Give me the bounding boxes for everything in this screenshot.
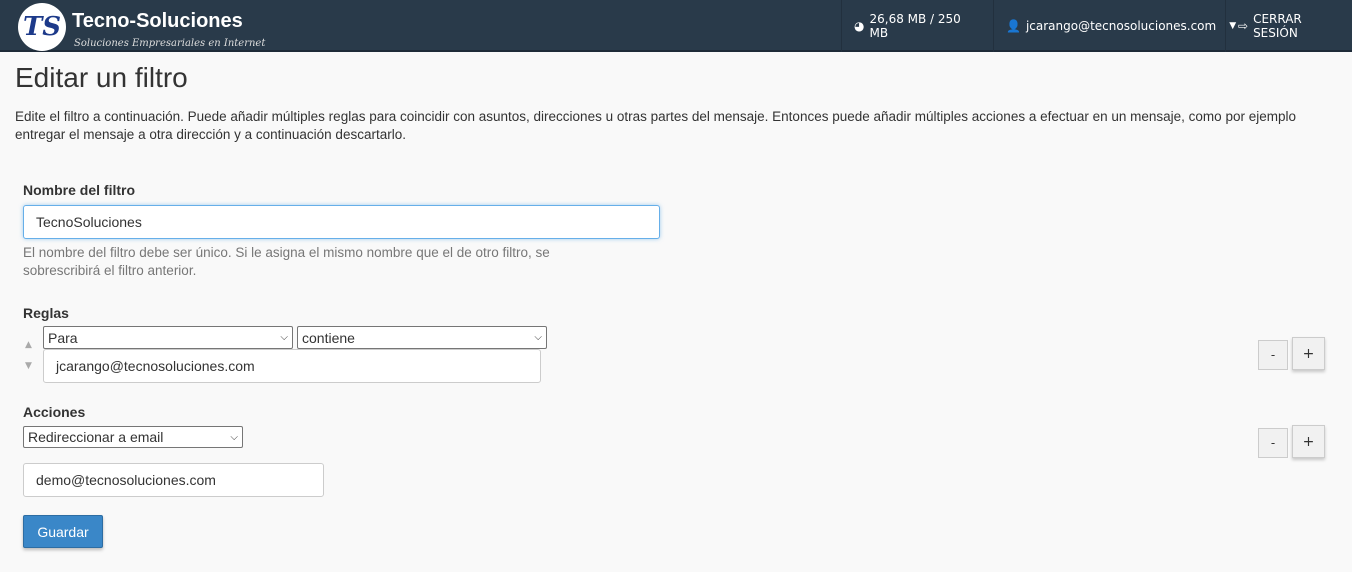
action-type-select[interactable]: Redireccionar a email ⌵ — [23, 426, 243, 448]
rule-value-text: jcarango@tecnosoluciones.com — [56, 358, 255, 374]
chevron-down-icon: ⌵ — [230, 431, 238, 443]
move-down-icon[interactable]: ▼ — [25, 361, 32, 371]
disk-usage-text: 26,68 MB / 250 MB — [869, 12, 961, 40]
remove-action-button[interactable]: - — [1258, 428, 1288, 458]
rule-operator-select[interactable]: contiene ⌵ — [297, 326, 547, 349]
page-description: Edite el filtro a continuación. Puede añ… — [15, 109, 1296, 142]
brand-tagline: Soluciones Empresariales en Internet — [74, 38, 266, 49]
top-bar: TS Tecno-Soluciones Soluciones Empresari… — [0, 0, 1352, 52]
filter-name-input[interactable]: TecnoSoluciones — [23, 205, 660, 239]
chevron-down-icon: ⌵ — [280, 332, 288, 343]
user-menu[interactable]: 👤 jcarango@tecnosoluciones.com ▼ — [993, 0, 1236, 52]
user-icon: 👤 — [1006, 19, 1021, 33]
rule-field-select[interactable]: Para ⌵ — [43, 326, 293, 349]
user-email: jcarango@tecnosoluciones.com — [1025, 19, 1217, 33]
add-rule-button[interactable]: + — [1292, 337, 1325, 370]
chevron-down-icon: ⌵ — [534, 332, 542, 343]
move-up-icon[interactable]: ▲ — [25, 340, 32, 350]
logo[interactable]: TS — [18, 3, 66, 51]
filter-name-label: Nombre del filtro — [23, 182, 136, 198]
filter-name-help: El nombre del filtro debe ser único. Si … — [23, 245, 550, 278]
logo-letters: TS — [22, 12, 62, 42]
disk-usage[interactable]: ◕ 26,68 MB / 250 MB — [841, 0, 993, 52]
action-value-input[interactable]: demo@tecnosoluciones.com — [23, 463, 324, 497]
pie-chart-icon: ◕ — [854, 19, 865, 33]
brand-name: Tecno-Soluciones — [72, 10, 243, 32]
logout-icon: ⇨ — [1238, 19, 1249, 33]
rule-field-value: Para — [48, 329, 78, 346]
action-value-text: demo@tecnosoluciones.com — [36, 472, 216, 488]
rule-operator-value: contiene — [302, 329, 355, 346]
logout-button[interactable]: ⇨ CERRAR SESIÓN — [1225, 0, 1352, 52]
rule-value-input[interactable]: jcarango@tecnosoluciones.com — [43, 349, 541, 383]
action-type-value: Redireccionar a email — [28, 429, 164, 445]
save-button[interactable]: Guardar — [23, 515, 103, 548]
actions-label: Acciones — [23, 404, 86, 420]
add-action-button[interactable]: + — [1292, 425, 1325, 458]
logout-label: CERRAR SESIÓN — [1253, 12, 1302, 40]
page-title: Editar un filtro — [15, 62, 188, 93]
remove-rule-button[interactable]: - — [1258, 340, 1288, 370]
rules-label: Reglas — [23, 305, 69, 321]
filter-name-value: TecnoSoluciones — [36, 214, 142, 230]
